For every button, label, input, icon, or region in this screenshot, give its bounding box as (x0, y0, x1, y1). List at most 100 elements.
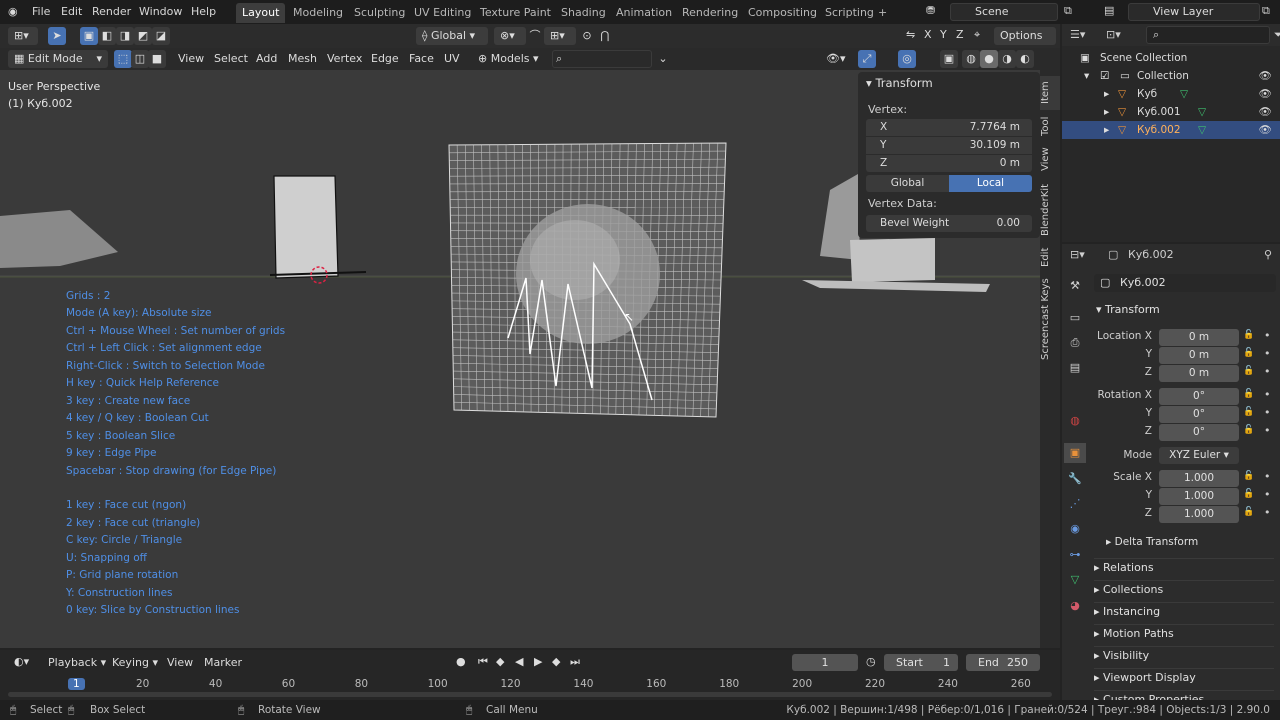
axis-x-toggle[interactable]: X (924, 28, 932, 41)
tab-scripting[interactable]: Scripting (819, 3, 880, 23)
menu-help[interactable]: Help (191, 5, 216, 18)
current-frame-field[interactable]: 1 (792, 654, 858, 671)
particles-properties-icon[interactable]: ⋰ (1064, 494, 1086, 514)
outliner-row-collection[interactable]: ▾ ☑ ▭ Collection 👁 (1062, 67, 1280, 85)
record-icon[interactable]: ● (456, 655, 466, 668)
menu-edit[interactable]: Edit (61, 5, 82, 18)
scale-x-field[interactable]: 1.000 (1159, 470, 1239, 487)
scale-y-field[interactable]: 1.000 (1159, 488, 1239, 505)
menu-render[interactable]: Render (92, 5, 131, 18)
tab-view[interactable]: View (1040, 144, 1060, 174)
dropdown-chevron-icon[interactable]: ⌄ (654, 50, 672, 68)
select-tool-icon[interactable]: ➤ (48, 27, 66, 45)
new-scene-icon[interactable]: ⧉ (1064, 4, 1072, 18)
tab-texture-paint[interactable]: Texture Paint (474, 3, 557, 23)
playback-menu[interactable]: Playback ▾ (48, 656, 106, 669)
keyframe-dot-icon[interactable]: • (1264, 470, 1271, 483)
global-toggle[interactable]: Global (866, 175, 949, 192)
clock-icon[interactable]: ◷ (866, 655, 876, 668)
mesh-symmetry-icon[interactable]: ⌖ (974, 28, 980, 42)
location-z-field[interactable]: 0 m (1159, 365, 1239, 382)
section-relations[interactable]: ▸ Relations (1094, 558, 1274, 574)
tab-shading[interactable]: Shading (555, 3, 612, 23)
delta-transform-header[interactable]: ▸ Delta Transform (1106, 536, 1198, 548)
select-mode-extend-icon[interactable]: ◧ (98, 27, 116, 45)
prev-keyframe-icon[interactable]: ◆ (496, 655, 504, 668)
keyframe-dot-icon[interactable]: • (1264, 365, 1271, 378)
keyframe-dot-icon[interactable]: • (1264, 406, 1271, 419)
filter-icon[interactable]: ⏷ (1274, 28, 1280, 42)
snap-element-dropdown[interactable]: ⊞▾ (544, 27, 576, 45)
new-view-layer-icon[interactable]: ⧉ (1262, 4, 1270, 18)
keying-menu[interactable]: Keying ▾ (112, 656, 158, 669)
falloff-icon[interactable]: ⋂ (596, 27, 614, 45)
timeline-editor-icon[interactable]: ◐▾ (8, 653, 38, 671)
outliner-search-input[interactable]: ⌕ (1146, 26, 1270, 44)
xray-toggle-icon[interactable]: ▣ (940, 50, 958, 68)
outliner-editor-icon[interactable]: ☰▾ (1070, 28, 1085, 41)
properties-editor-icon[interactable]: ⊟▾ (1070, 248, 1085, 261)
tab-sculpting[interactable]: Sculpting (348, 3, 411, 23)
lock-icon[interactable]: 🔓 (1243, 407, 1254, 417)
render-properties-icon[interactable]: ▭ (1064, 308, 1086, 328)
snap-toggle-icon[interactable]: ⌒ (526, 27, 544, 45)
output-properties-icon[interactable]: ⎙ (1064, 333, 1086, 353)
eye-icon[interactable]: 👁 (1259, 67, 1272, 85)
rotation-x-field[interactable]: 0° (1159, 388, 1239, 405)
outliner-row-cube-001[interactable]: ▸ ▽ Куб.001 ▽ 👁 (1062, 103, 1280, 121)
tab-blenderkit[interactable]: BlenderKit (1040, 180, 1060, 240)
menu-face[interactable]: Face (409, 52, 434, 65)
menu-view[interactable]: View (178, 52, 204, 65)
add-workspace-button[interactable]: + (872, 3, 893, 23)
tab-compositing[interactable]: Compositing (742, 3, 823, 23)
local-toggle[interactable]: Local (949, 175, 1032, 192)
lock-icon[interactable]: 🔓 (1243, 507, 1254, 517)
eye-icon[interactable]: 👁 (1259, 85, 1272, 103)
mirror-icon[interactable]: ⇋ (906, 28, 915, 41)
keyframe-dot-icon[interactable]: • (1264, 488, 1271, 501)
mesh-data-properties-icon[interactable]: ▽ (1064, 570, 1086, 590)
view-layer-field[interactable]: View Layer (1128, 3, 1260, 21)
tab-edit[interactable]: Edit (1040, 244, 1060, 270)
play-reverse-icon[interactable]: ◀ (515, 655, 523, 668)
jump-start-icon[interactable]: ⏮ (478, 655, 488, 669)
menu-vertex[interactable]: Vertex (327, 52, 362, 65)
editor-type-dropdown[interactable]: ⊞▾ (8, 27, 38, 45)
rotation-mode-dropdown[interactable]: XYZ Euler ▾ (1159, 447, 1239, 464)
bevel-weight-field[interactable]: Bevel Weight 0.00 (866, 215, 1032, 232)
jump-end-icon[interactable]: ⏭ (570, 655, 580, 669)
proportional-edit-icon[interactable]: ⊙ (578, 27, 596, 45)
keyframe-dot-icon[interactable]: • (1264, 506, 1271, 519)
transform-section-header[interactable]: ▾ Transform (1096, 303, 1160, 316)
shading-wireframe-icon[interactable]: ◍ (962, 50, 980, 68)
pin-icon[interactable]: ⚲ (1264, 248, 1272, 261)
outliner-row-cube-002[interactable]: ▸ ▽ Куб.002 ▽ 👁 (1062, 121, 1280, 139)
section-motion-paths[interactable]: ▸ Motion Paths (1094, 624, 1274, 640)
gizmo-toggle-icon[interactable]: ⤢ (858, 50, 876, 68)
lock-icon[interactable]: 🔓 (1243, 425, 1254, 435)
vertex-y-field[interactable]: Y 30.109 m (866, 137, 1032, 154)
rotation-y-field[interactable]: 0° (1159, 406, 1239, 423)
start-frame-field[interactable]: Start 1 (884, 654, 958, 671)
section-viewport-display[interactable]: ▸ Viewport Display (1094, 668, 1274, 684)
location-y-field[interactable]: 0 m (1159, 347, 1239, 364)
timeline-view-menu[interactable]: View (167, 656, 193, 669)
scene-icon[interactable]: ⛃ (926, 4, 935, 17)
transform-orientation-dropdown[interactable]: ⟠ Global ▾ (416, 27, 488, 45)
world-properties-icon[interactable]: ◍ (1064, 411, 1086, 431)
tab-uv-editing[interactable]: UV Editing (408, 3, 477, 23)
vertex-x-field[interactable]: X 7.7764 m (866, 119, 1032, 136)
tab-screencast-keys[interactable]: Screencast Keys (1040, 276, 1060, 362)
tab-animation[interactable]: Animation (610, 3, 678, 23)
shading-solid-icon[interactable]: ● (980, 50, 998, 68)
filter-display-icon[interactable]: ⊡▾ (1106, 28, 1121, 41)
menu-select[interactable]: Select (214, 52, 248, 65)
vertex-select-icon[interactable]: ⬚ (114, 50, 132, 68)
section-visibility[interactable]: ▸ Visibility (1094, 646, 1274, 662)
lock-icon[interactable]: 🔓 (1243, 348, 1254, 358)
lock-icon[interactable]: 🔓 (1243, 330, 1254, 340)
lock-icon[interactable]: 🔓 (1243, 471, 1254, 481)
timeline-scrollbar[interactable] (8, 692, 1052, 697)
outliner-row-cube[interactable]: ▸ ▽ Куб ▽ 👁 (1062, 85, 1280, 103)
transform-panel-header[interactable]: ▾ Transform (866, 76, 933, 90)
